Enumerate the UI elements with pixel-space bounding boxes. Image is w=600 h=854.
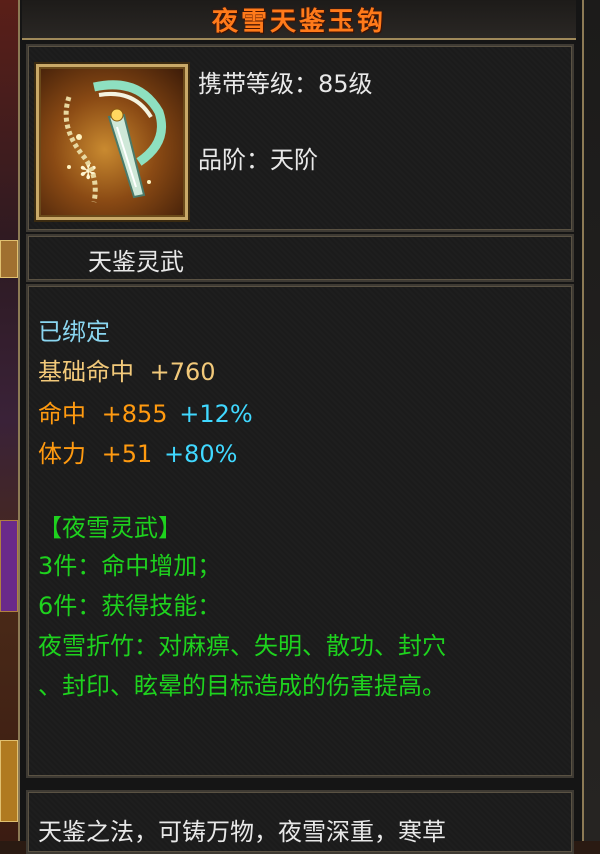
title-bar: 夜雪天鉴玉钩 (22, 0, 576, 40)
hit-value: +855 (101, 400, 168, 428)
stat-row-hit: 命中 +855 +12% (38, 394, 253, 429)
stat-row-stamina: 体力 +51 +80% (38, 434, 237, 469)
item-name: 夜雪天鉴玉钩 (211, 6, 386, 37)
stamina-value: +51 (101, 440, 153, 468)
stat-row-base-hit: 基础命中 +760 (38, 352, 216, 387)
hit-label: 命中 (38, 400, 86, 428)
set-bonus-6-piece: 6件：获得技能： (38, 592, 222, 620)
side-ornament (0, 740, 18, 822)
set-skill-line-1: 夜雪折竹：对麻痹、失明、散功、封穴 (38, 632, 446, 660)
bound-status: 已绑定 (38, 318, 110, 346)
base-hit-label: 基础命中 (38, 358, 134, 386)
item-category: 天鉴灵武 (88, 248, 184, 276)
grade-label: 品阶： (198, 146, 270, 174)
set-skill-line-2: 、封印、眩晕的目标造成的伤害提高。 (38, 672, 446, 700)
side-ornament (0, 240, 18, 278)
item-icon: ✻ (36, 64, 188, 220)
base-hit-value: +760 (149, 358, 216, 386)
set-bonus-3-piece: 3件：命中增加； (38, 552, 222, 580)
jade-hook-icon: ✻ (63, 80, 166, 203)
stamina-bonus: +80% (163, 440, 238, 468)
side-ornament (0, 520, 18, 612)
carry-level-label: 携带等级： (198, 70, 318, 98)
set-name: 【夜雪灵武】 (38, 514, 182, 542)
grade-row: 品阶：天阶 (198, 140, 318, 175)
carry-level-value: 85级 (318, 70, 373, 98)
hit-bonus: +12% (179, 400, 253, 428)
item-description: 天鉴之法，可铸万物，夜雪深重，寒草 (38, 818, 446, 846)
carry-level-row: 携带等级：85级 (198, 64, 373, 99)
grade-value: 天阶 (270, 146, 318, 174)
stamina-label: 体力 (38, 440, 86, 468)
